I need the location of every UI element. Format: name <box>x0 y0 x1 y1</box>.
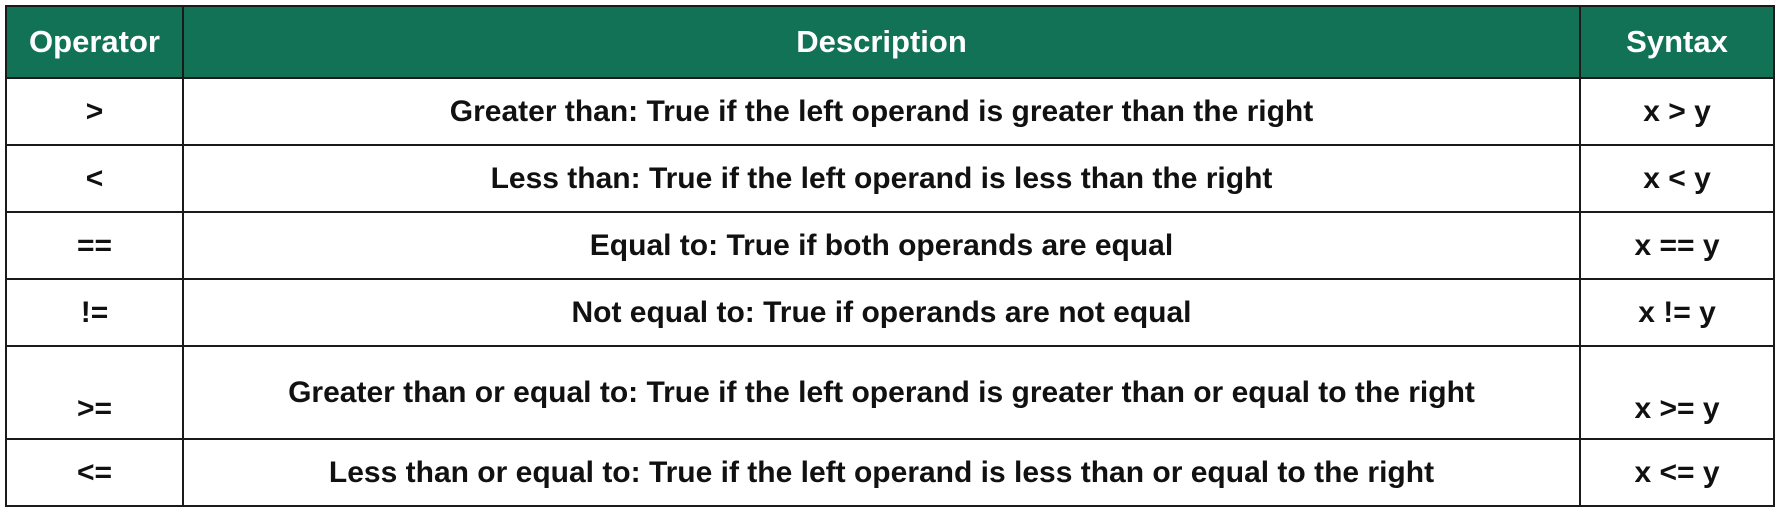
syntax-cell: x > y <box>1579 77 1775 146</box>
operator-cell: < <box>5 144 184 213</box>
description-cell: Greater than or equal to: True if the le… <box>182 345 1581 440</box>
header-description: Description <box>182 5 1581 79</box>
syntax-cell: x < y <box>1579 144 1775 213</box>
table-row: != Not equal to: True if operands are no… <box>5 278 1775 347</box>
syntax-cell: x != y <box>1579 278 1775 347</box>
header-syntax: Syntax <box>1579 5 1775 79</box>
table-row: < Less than: True if the left operand is… <box>5 144 1775 213</box>
description-cell: Less than or equal to: True if the left … <box>182 438 1581 507</box>
operator-cell: <= <box>5 438 184 507</box>
table-header-row: Operator Description Syntax <box>5 5 1775 79</box>
table-row: == Equal to: True if both operands are e… <box>5 211 1775 280</box>
table-row: > Greater than: True if the left operand… <box>5 77 1775 146</box>
operator-cell: > <box>5 77 184 146</box>
operator-cell: >= <box>5 345 184 440</box>
description-cell: Not equal to: True if operands are not e… <box>182 278 1581 347</box>
description-cell: Equal to: True if both operands are equa… <box>182 211 1581 280</box>
syntax-cell: x == y <box>1579 211 1775 280</box>
comparison-operators-table: Operator Description Syntax > Greater th… <box>5 5 1775 507</box>
operator-cell: == <box>5 211 184 280</box>
description-cell: Less than: True if the left operand is l… <box>182 144 1581 213</box>
description-cell: Greater than: True if the left operand i… <box>182 77 1581 146</box>
operators-table-wrapper: Operator Description Syntax > Greater th… <box>5 5 1775 507</box>
header-operator: Operator <box>5 5 184 79</box>
syntax-cell: x <= y <box>1579 438 1775 507</box>
table-row: <= Less than or equal to: True if the le… <box>5 438 1775 507</box>
syntax-cell: x >= y <box>1579 345 1775 440</box>
operator-cell: != <box>5 278 184 347</box>
table-row: >= Greater than or equal to: True if the… <box>5 345 1775 440</box>
